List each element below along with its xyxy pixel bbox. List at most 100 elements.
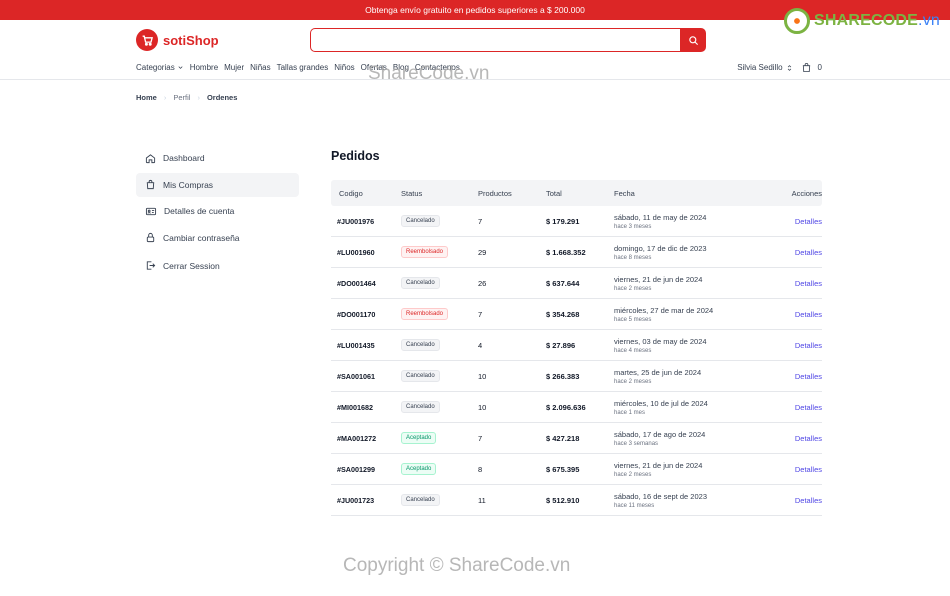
- order-date: sábado, 17 de ago de 2024: [614, 429, 706, 439]
- order-code: #JU001723: [337, 495, 375, 505]
- search-input[interactable]: [310, 28, 680, 52]
- search-button[interactable]: [680, 28, 706, 52]
- sidebar-item-label: Mis Compras: [163, 179, 214, 190]
- nav-hombre[interactable]: Hombre: [190, 63, 218, 72]
- details-link[interactable]: Detalles: [795, 217, 822, 226]
- nav-categorias[interactable]: Categorias: [136, 63, 184, 72]
- logout-icon: [146, 261, 156, 270]
- breadcrumb-home[interactable]: Home: [136, 93, 157, 102]
- user-menu[interactable]: Silvia Sedillo: [737, 63, 792, 72]
- table-row: #MA001272 Aceptado 7 $ 427.218 sábado, 17 de…: [331, 423, 822, 454]
- watermark-bottom: Copyright © ShareCode.vn: [343, 555, 571, 576]
- sharecode-logo-text: SHARECODE: [814, 12, 919, 29]
- brand-logo[interactable]: sotiShop: [136, 29, 219, 51]
- order-date-relative: hace 8 meses: [614, 254, 652, 261]
- column-header-status: Status: [401, 188, 423, 198]
- breadcrumb-separator: ›: [163, 93, 167, 102]
- order-code: #SA001299: [337, 464, 375, 474]
- sharecode-logo: SHARECODE.vn: [784, 8, 940, 34]
- order-products: 4: [478, 340, 483, 350]
- cart-button[interactable]: 0: [801, 62, 822, 73]
- sidebar-item-dashboard[interactable]: Dashboard: [136, 146, 299, 170]
- sidebar-item-label: Cerrar Session: [163, 260, 220, 271]
- details-link[interactable]: Detalles: [795, 403, 822, 412]
- nav-mujer[interactable]: Mujer: [224, 63, 244, 72]
- nav-categorias-label: Categorias: [136, 63, 175, 72]
- order-code: #LU001960: [337, 247, 375, 257]
- details-link[interactable]: Detalles: [795, 310, 822, 319]
- order-code: #MA001272: [337, 433, 377, 443]
- order-products: 7: [478, 433, 483, 443]
- sidebar-item-label: Cambiar contraseña: [163, 232, 240, 243]
- sidebar-item-detalles-cuenta[interactable]: Detalles de cuenta: [136, 199, 299, 223]
- details-link[interactable]: Detalles: [795, 496, 822, 505]
- table-body: #JU001976 Cancelado 7 $ 179.291 sábado, 11 d…: [331, 206, 822, 516]
- status-badge: Cancelado: [401, 494, 440, 506]
- order-date: martes, 25 de jun de 2024: [614, 367, 702, 377]
- order-total: $ 2.096.636: [546, 402, 586, 412]
- lock-icon: [146, 232, 155, 243]
- search-bar: [310, 28, 706, 52]
- order-date: sábado, 11 de may de 2024: [614, 212, 707, 222]
- order-date: viernes, 03 de may de 2024: [614, 336, 707, 346]
- order-date: sábado, 16 de sept de 2023: [614, 491, 707, 501]
- order-products: 26: [478, 278, 487, 288]
- details-link[interactable]: Detalles: [795, 434, 822, 443]
- column-header-acciones: Acciones: [791, 188, 822, 198]
- order-products: 10: [478, 402, 487, 412]
- table-row: #SA001061 Cancelado 10 $ 266.383 martes, 25 …: [331, 361, 822, 392]
- order-products: 7: [478, 216, 483, 226]
- table-row: #LU001435 Cancelado 4 $ 27.896 viernes, 03 d…: [331, 330, 822, 361]
- order-total: $ 512.910: [546, 495, 580, 505]
- order-total: $ 27.896: [546, 340, 576, 350]
- nav-ninas[interactable]: Niñas: [250, 63, 270, 72]
- table-row: #JU001976 Cancelado 7 $ 179.291 sábado, 11 d…: [331, 206, 822, 237]
- order-total: $ 354.268: [546, 309, 580, 319]
- order-products: 10: [478, 371, 487, 381]
- breadcrumb-separator: ›: [197, 93, 200, 102]
- order-date-relative: hace 2 meses: [614, 378, 652, 385]
- status-badge: Cancelado: [401, 370, 440, 382]
- sidebar-item-mis-compras[interactable]: Mis Compras: [136, 172, 299, 197]
- details-link[interactable]: Detalles: [795, 279, 822, 288]
- sidebar-item-cerrar-session[interactable]: Cerrar Session: [136, 254, 299, 278]
- nav-ninos[interactable]: Niños: [334, 63, 354, 72]
- order-date-relative: hace 11 meses: [614, 502, 655, 509]
- order-date: viernes, 21 de jun de 2024: [614, 274, 703, 284]
- details-link[interactable]: Detalles: [795, 372, 822, 381]
- order-code: #DO001464: [337, 278, 376, 288]
- page-title: Pedidos: [331, 149, 380, 163]
- user-name: Silvia Sedillo: [737, 63, 783, 72]
- breadcrumb: Home › Perfil › Ordenes: [136, 93, 237, 102]
- details-link[interactable]: Detalles: [795, 341, 822, 350]
- watermark-top: ShareCode.vn: [368, 63, 490, 84]
- status-badge: Aceptado: [401, 463, 437, 475]
- nav-tallas-grandes[interactable]: Tallas grandes: [277, 63, 329, 72]
- order-date-relative: hace 1 mes: [614, 409, 646, 416]
- order-date-relative: hace 2 meses: [614, 471, 652, 478]
- breadcrumb-ordenes: Ordenes: [206, 93, 238, 102]
- order-total: $ 1.668.352: [546, 247, 586, 257]
- order-code: #MI001682: [337, 402, 373, 412]
- table-row: #LU001960 Reembolsado 29 $ 1.668.352 domingo…: [331, 237, 822, 268]
- brand-name: sotiShop: [163, 32, 219, 48]
- order-products: 29: [478, 247, 487, 257]
- home-icon: [145, 153, 156, 163]
- order-code: #JU001976: [337, 216, 375, 226]
- sharecode-logo-suffix: .vn: [918, 12, 940, 29]
- table-row: #SA001299 Aceptado 8 $ 675.395 viernes, 21 d…: [331, 454, 822, 485]
- breadcrumb-perfil[interactable]: Perfil: [173, 93, 190, 102]
- order-products: 7: [478, 309, 483, 319]
- order-products: 8: [478, 464, 483, 474]
- column-header-total: Total: [546, 188, 562, 198]
- order-products: 11: [478, 495, 486, 505]
- details-link[interactable]: Detalles: [795, 248, 822, 257]
- order-code: #LU001435: [337, 340, 375, 350]
- user-area: Silvia Sedillo 0: [737, 62, 822, 73]
- id-card-icon: [145, 207, 157, 215]
- search-icon: [688, 35, 698, 45]
- sidebar-item-cambiar-contrasena[interactable]: Cambiar contraseña: [136, 226, 299, 250]
- order-total: $ 266.383: [546, 371, 580, 381]
- order-date-relative: hace 2 meses: [614, 285, 652, 292]
- details-link[interactable]: Detalles: [795, 465, 822, 474]
